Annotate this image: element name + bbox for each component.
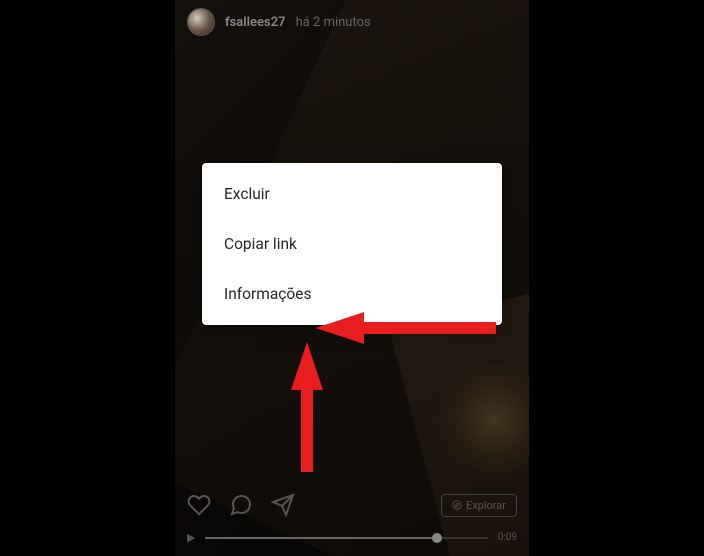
context-menu: Excluir Copiar link Informações xyxy=(202,163,502,325)
menu-item-copy-link[interactable]: Copiar link xyxy=(202,219,502,269)
share-icon[interactable] xyxy=(271,493,295,517)
avatar[interactable] xyxy=(187,8,215,36)
compass-icon xyxy=(452,500,462,510)
video-progress: ▶ 0:09 xyxy=(187,531,517,544)
heart-icon[interactable] xyxy=(187,493,211,517)
time-remaining: 0:09 xyxy=(498,532,517,543)
phone-screen: fsallees27 há 2 minutos Excluir Copiar l… xyxy=(175,0,529,556)
explore-button[interactable]: Explorar xyxy=(441,494,517,517)
story-header: fsallees27 há 2 minutos xyxy=(187,8,371,36)
annotation-arrow-up xyxy=(285,342,329,472)
play-icon[interactable]: ▶ xyxy=(187,531,195,544)
explore-label: Explorar xyxy=(466,499,506,512)
username-label[interactable]: fsallees27 xyxy=(225,15,286,30)
progress-fill xyxy=(205,537,436,539)
annotation-arrow-left xyxy=(316,306,496,350)
timestamp-label: há 2 minutos xyxy=(296,15,371,30)
action-row: Explorar xyxy=(187,493,517,517)
comment-icon[interactable] xyxy=(229,493,253,517)
menu-item-delete[interactable]: Excluir xyxy=(202,169,502,219)
bottom-bar: Explorar ▶ 0:09 xyxy=(187,493,517,544)
progress-thumb[interactable] xyxy=(432,533,442,543)
progress-track[interactable] xyxy=(205,537,487,539)
